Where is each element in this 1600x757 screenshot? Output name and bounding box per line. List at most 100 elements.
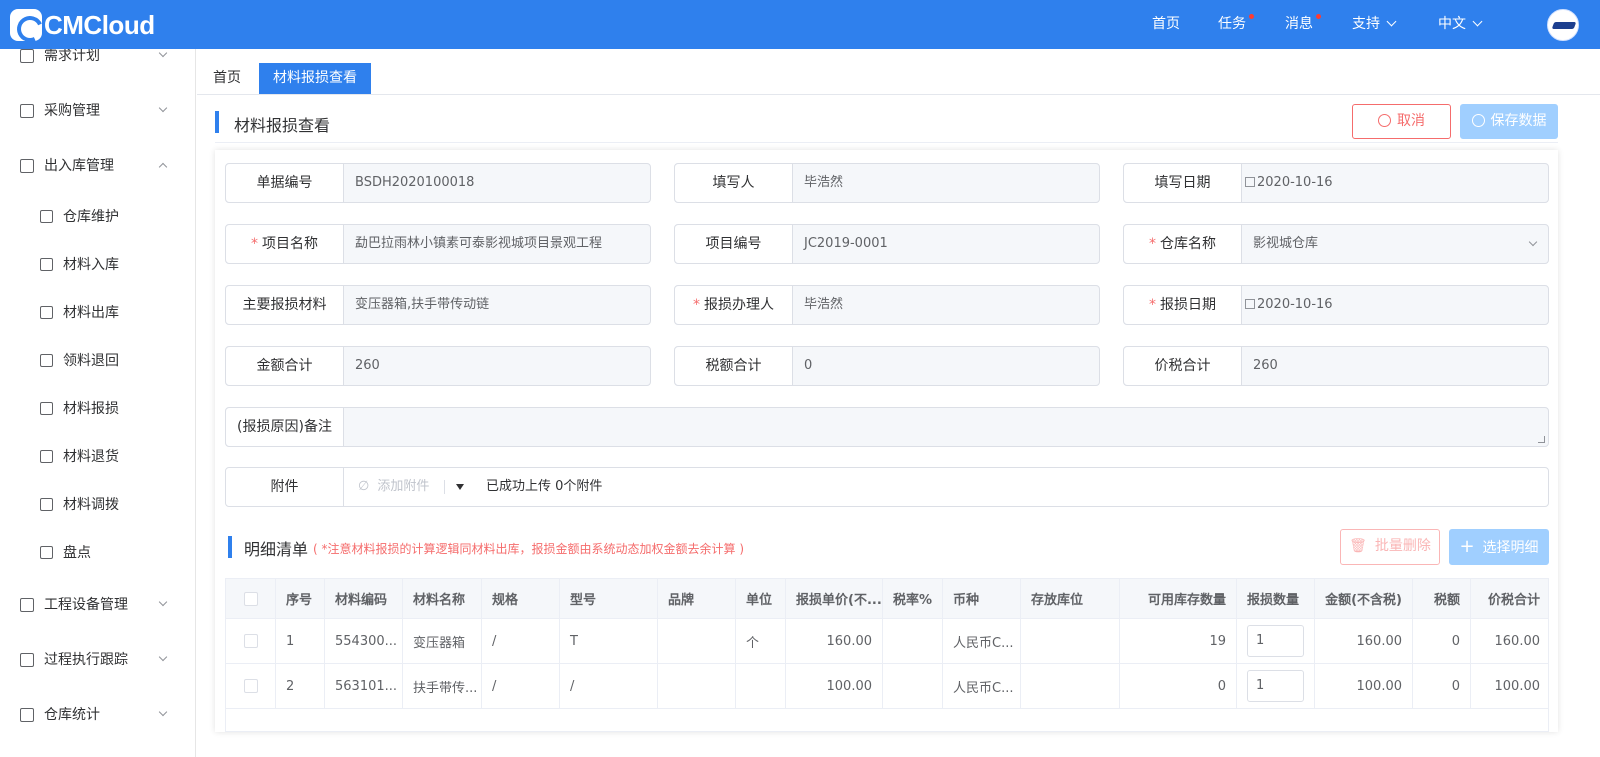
- project-name-field[interactable]: * 项目名称 勐巴拉雨林小镇素可泰影视城项目景观工程: [225, 224, 651, 264]
- amount-total-value: 260: [355, 358, 380, 373]
- cancel-button[interactable]: 取消: [1352, 104, 1451, 139]
- statistics-icon: [20, 708, 34, 722]
- writer-value: 毕浩然: [804, 175, 844, 190]
- remark-textarea[interactable]: (报损原因)备注: [225, 407, 1549, 447]
- qty-input[interactable]: 1: [1247, 625, 1304, 657]
- database-icon: [40, 546, 53, 559]
- handler-field[interactable]: * 报损办理人 毕浩然: [674, 285, 1100, 325]
- sidebar-item-equipment[interactable]: 工程设备管理: [0, 585, 195, 625]
- sidebar-item-purchase[interactable]: 采购管理: [0, 91, 195, 131]
- language-select[interactable]: 中文: [1438, 0, 1483, 49]
- cell-brand: [658, 619, 736, 663]
- add-attachment-label: 添加附件: [377, 479, 430, 494]
- house-icon: [40, 210, 53, 223]
- tax-total-field[interactable]: 税额合计 0: [674, 346, 1100, 386]
- loss-date-field[interactable]: * 报损日期 2020-10-16: [1123, 285, 1549, 325]
- save-button[interactable]: 保存数据: [1460, 104, 1558, 139]
- main-material-label: 主要报损材料: [226, 286, 344, 324]
- logo-icon: [10, 9, 42, 41]
- price-tax-total-field[interactable]: 价税合计 260: [1123, 346, 1549, 386]
- sidebar-subitem-warehouse-maint[interactable]: 仓库维护: [0, 197, 195, 237]
- main-material-field[interactable]: 主要报损材料 变压器箱,扶手带传动链: [225, 285, 651, 325]
- col-header: 材料名称: [403, 579, 482, 618]
- loss-date-value: 2020-10-16: [1245, 286, 1333, 324]
- loss-date-text: 2020-10-16: [1257, 297, 1333, 312]
- sidebar-item-label: 过程执行跟踪: [44, 652, 128, 668]
- sidebar-subitem-label: 材料调拨: [63, 497, 119, 513]
- nav-home[interactable]: 首页: [1152, 0, 1180, 49]
- writer-field[interactable]: 填写人 毕浩然: [674, 163, 1100, 203]
- sidebar-subitem-inventory[interactable]: 盘点: [0, 533, 195, 573]
- cell-total: 100.00: [1494, 678, 1541, 694]
- nav-tasks[interactable]: 任务: [1218, 0, 1246, 49]
- price-tax-total-value: 260: [1253, 358, 1278, 373]
- write-date-field[interactable]: 填写日期 2020-10-16: [1123, 163, 1549, 203]
- sidebar-subitem-material-in[interactable]: 材料入库: [0, 245, 195, 285]
- chevron-down-icon: [158, 597, 168, 607]
- cell-code: 563101...: [325, 664, 403, 708]
- sidebar-item-inout[interactable]: 出入库管理: [0, 146, 195, 186]
- cell-tax-rate: [883, 664, 943, 708]
- sidebar-subitem-label: 仓库维护: [63, 209, 119, 225]
- resize-handle-icon[interactable]: [1538, 436, 1545, 443]
- nav-messages[interactable]: 消息: [1285, 0, 1313, 49]
- warehouse-icon: [20, 159, 34, 173]
- batch-delete-button[interactable]: 🗑 批量删除: [1340, 529, 1440, 565]
- attachment-status: 已成功上传 0个附件: [486, 479, 603, 494]
- select-all-cell: [226, 579, 276, 618]
- project-name-value: 勐巴拉雨林小镇素可泰影视城项目景观工程: [355, 236, 603, 251]
- amount-total-field[interactable]: 金额合计 260: [225, 346, 651, 386]
- row-checkbox[interactable]: [243, 679, 258, 693]
- chevron-down-icon: [158, 49, 168, 58]
- sidebar-subitem-label: 领料退回: [63, 353, 119, 369]
- cell-amount: 160.00: [1315, 619, 1413, 663]
- sidebar-subitem-return[interactable]: 领料退回: [0, 341, 195, 381]
- add-attachment-button[interactable]: ∅ 添加附件: [358, 468, 429, 506]
- calendar-icon: [1245, 299, 1255, 309]
- avatar[interactable]: [1547, 9, 1579, 41]
- qty-input[interactable]: 1: [1247, 670, 1304, 702]
- required-mark: *: [693, 297, 700, 313]
- chevron-down-icon: [1472, 16, 1483, 27]
- detail-title: 明细清单: [244, 540, 309, 559]
- doc-no-field[interactable]: 单据编号 BSDH2020100018: [225, 163, 651, 203]
- table-header-row: 序号 材料编码 材料名称 规格 型号 品牌 单位 报损单价(不... 税率% 币…: [226, 579, 1548, 619]
- title-accent-bar: [215, 111, 219, 133]
- sidebar-subitem-loss[interactable]: 材料报损: [0, 389, 195, 429]
- select-all-checkbox[interactable]: [243, 591, 258, 606]
- sidebar-subitem-material-out[interactable]: 材料出库: [0, 293, 195, 333]
- purchase-icon: [20, 104, 34, 118]
- paperclip-icon: ∅: [358, 479, 370, 494]
- row-checkbox[interactable]: [243, 634, 258, 648]
- tab-material-loss-view[interactable]: 材料报损查看: [259, 63, 371, 94]
- cell-price: 160.00: [786, 619, 883, 663]
- warehouse-select[interactable]: * 仓库名称 影视城仓库: [1123, 224, 1549, 264]
- required-mark: *: [251, 236, 258, 252]
- logo[interactable]: CMCloud: [10, 9, 155, 41]
- col-header: 金额(不含税): [1315, 579, 1413, 618]
- sidebar-item-demand-plan[interactable]: 需求计划: [0, 49, 195, 76]
- messages-notification-dot: [1316, 14, 1321, 19]
- project-no-value: JC2019-0001: [804, 236, 888, 251]
- project-no-field[interactable]: 项目编号 JC2019-0001: [674, 224, 1100, 264]
- sidebar-item-tracking[interactable]: 过程执行跟踪: [0, 640, 195, 680]
- col-header: 品牌: [658, 579, 736, 618]
- nav-support[interactable]: 支持: [1352, 0, 1397, 49]
- project-name-label-text: 项目名称: [262, 236, 318, 252]
- col-header: 可用库存数量: [1120, 579, 1237, 618]
- tab-home[interactable]: 首页: [199, 63, 255, 94]
- sidebar-subitem-refund[interactable]: 材料退货: [0, 437, 195, 477]
- amount-total-label: 金额合计: [226, 347, 344, 385]
- choose-detail-label: 选择明细: [1482, 540, 1539, 556]
- cell-qty: 1: [1237, 619, 1315, 663]
- sidebar-item-statistics[interactable]: 仓库统计: [0, 695, 195, 735]
- choose-detail-button[interactable]: + 选择明细: [1449, 529, 1549, 565]
- cell-model: /: [560, 664, 658, 708]
- col-header: 币种: [943, 579, 1021, 618]
- nav-messages-label: 消息: [1285, 16, 1313, 32]
- attachment-label: 附件: [226, 468, 344, 506]
- sidebar-subitem-transfer[interactable]: 材料调拨: [0, 485, 195, 525]
- cell-stock: 0: [1120, 664, 1237, 708]
- caret-down-icon[interactable]: [456, 484, 464, 490]
- table-row: 1 554300... 变压器箱 / T 个 160.00 人民币C... 19…: [226, 619, 1548, 664]
